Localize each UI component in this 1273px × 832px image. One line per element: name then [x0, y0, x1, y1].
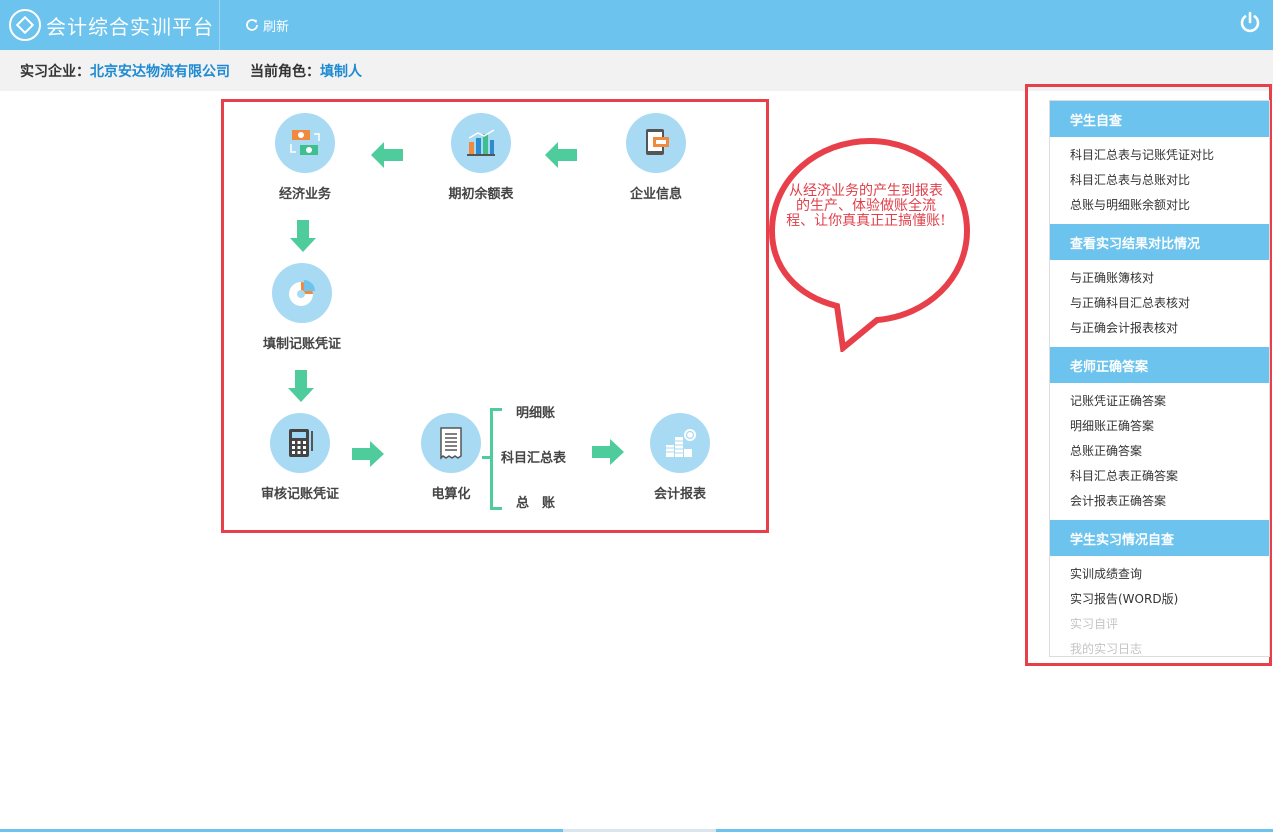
sidebar-link: 实习自评 — [1070, 617, 1119, 631]
arrow-down-icon — [288, 370, 314, 402]
sub-item-general-ledger[interactable]: 总 账 — [516, 492, 555, 511]
sidebar-section-self-check: 学生自查 — [1050, 101, 1269, 137]
sidebar-list: 科目汇总表与记账凭证对比 科目汇总表与总账对比 总账与明细账余额对比 — [1050, 137, 1269, 224]
sidebar-link[interactable]: 与正确会计报表核对 — [1070, 316, 1269, 341]
receipt-document-icon — [421, 413, 481, 473]
sidebar-link[interactable]: 会计报表正确答案 — [1070, 489, 1269, 514]
sidebar-link[interactable]: 总账正确答案 — [1070, 439, 1269, 464]
refresh-button[interactable]: 刷新 — [244, 14, 289, 36]
sub-item-detail-ledger[interactable]: 明细账 — [516, 402, 555, 421]
node-financial-report[interactable]: 会计报表 — [630, 413, 730, 502]
node-company-info[interactable]: 企业信息 — [606, 113, 706, 202]
sidebar-list: 记账凭证正确答案 明细账正确答案 总账正确答案 科目汇总表正确答案 会计报表正确答案 — [1050, 383, 1269, 520]
node-opening-balance-label: 期初余额表 — [448, 187, 514, 202]
refresh-icon — [246, 19, 258, 31]
node-audit-voucher-label: 审核记账凭证 — [260, 487, 339, 502]
accounting-flow-panel: 经济业务 期初余额表 企业信息 填制记账凭证 审核记账凭证 电算化 会计报表 明… — [221, 99, 769, 533]
diamond-logo-icon — [9, 9, 41, 41]
tablet-card-icon — [626, 113, 686, 173]
sidebar-link[interactable]: 实习报告(WORD版) — [1070, 587, 1269, 612]
sidebar-section-practice-review: 学生实习情况自查 — [1050, 520, 1269, 556]
sidebar-link[interactable]: 记账凭证正确答案 — [1070, 389, 1269, 414]
arrow-left-icon — [545, 142, 577, 168]
sidebar-link[interactable]: 科目汇总表与记账凭证对比 — [1070, 143, 1269, 168]
refresh-label: 刷新 — [263, 19, 290, 35]
sidebar-section-teacher-answers: 老师正确答案 — [1050, 347, 1269, 383]
power-icon[interactable] — [1238, 11, 1262, 35]
arrow-right-icon — [592, 439, 624, 465]
arrow-right-icon — [352, 441, 384, 467]
sidebar-menu: 学生自查 科目汇总表与记账凭证对比 科目汇总表与总账对比 总账与明细账余额对比 查看实习… — [1049, 100, 1270, 657]
app-title: 会计综合实训平台 — [46, 14, 214, 39]
role-value: 填制人 — [320, 63, 362, 80]
pie-chart-icon — [272, 263, 332, 323]
sidebar-link[interactable]: 实训成绩查询 — [1070, 562, 1269, 587]
sidebar-list: 实训成绩查询 实习报告(WORD版) 实习自评我的实习日志 — [1050, 556, 1269, 668]
company-label: 实习企业： — [20, 63, 90, 80]
coin-stack-icon — [650, 413, 710, 473]
node-economic-business-label: 经济业务 — [278, 187, 331, 202]
node-audit-voucher[interactable]: 审核记账凭证 — [250, 413, 350, 502]
sidebar-link[interactable]: 明细账正确答案 — [1070, 414, 1269, 439]
role-label: 当前角色： — [250, 63, 320, 80]
node-company-info-label: 企业信息 — [629, 187, 682, 202]
app-logo: 会计综合实训平台 — [0, 0, 220, 50]
bracket-connector — [482, 456, 492, 459]
top-bar: 会计综合实训平台 刷新 — [0, 0, 1273, 50]
arrow-down-icon — [290, 220, 316, 252]
calculator-icon — [270, 413, 330, 473]
node-financial-report-label: 会计报表 — [653, 487, 706, 502]
promo-bubble-text: 从经济业务的产生到报表的生产、体验做账全流程、让你真真正正搞懂账! — [786, 183, 946, 229]
node-computerization-label: 电算化 — [431, 487, 471, 502]
speech-bubble-icon — [768, 138, 971, 352]
sidebar-link: 我的实习日志 — [1070, 642, 1143, 656]
sidebar-link[interactable]: 科目汇总表正确答案 — [1070, 464, 1269, 489]
sidebar-link[interactable]: 总账与明细账余额对比 — [1070, 193, 1269, 218]
node-fill-voucher[interactable]: 填制记账凭证 — [252, 263, 352, 352]
sidebar-list: 与正确账簿核对 与正确科目汇总表核对 与正确会计报表核对 — [1050, 260, 1269, 347]
company-value: 北京安达物流有限公司 — [90, 63, 230, 80]
sidebar-link[interactable]: 与正确科目汇总表核对 — [1070, 291, 1269, 316]
sub-item-account-summary[interactable]: 科目汇总表 — [501, 447, 566, 466]
node-economic-business[interactable]: 经济业务 — [255, 113, 355, 202]
node-fill-voucher-label: 填制记账凭证 — [262, 337, 341, 352]
arrow-left-icon — [371, 142, 403, 168]
sidebar-section-result-comparison: 查看实习结果对比情况 — [1050, 224, 1269, 260]
sidebar-link[interactable]: 科目汇总表与总账对比 — [1070, 168, 1269, 193]
money-exchange-icon — [275, 113, 335, 173]
node-opening-balance[interactable]: 期初余额表 — [431, 113, 531, 202]
sidebar-link[interactable]: 与正确账簿核对 — [1070, 266, 1269, 291]
bar-chart-icon — [451, 113, 511, 173]
